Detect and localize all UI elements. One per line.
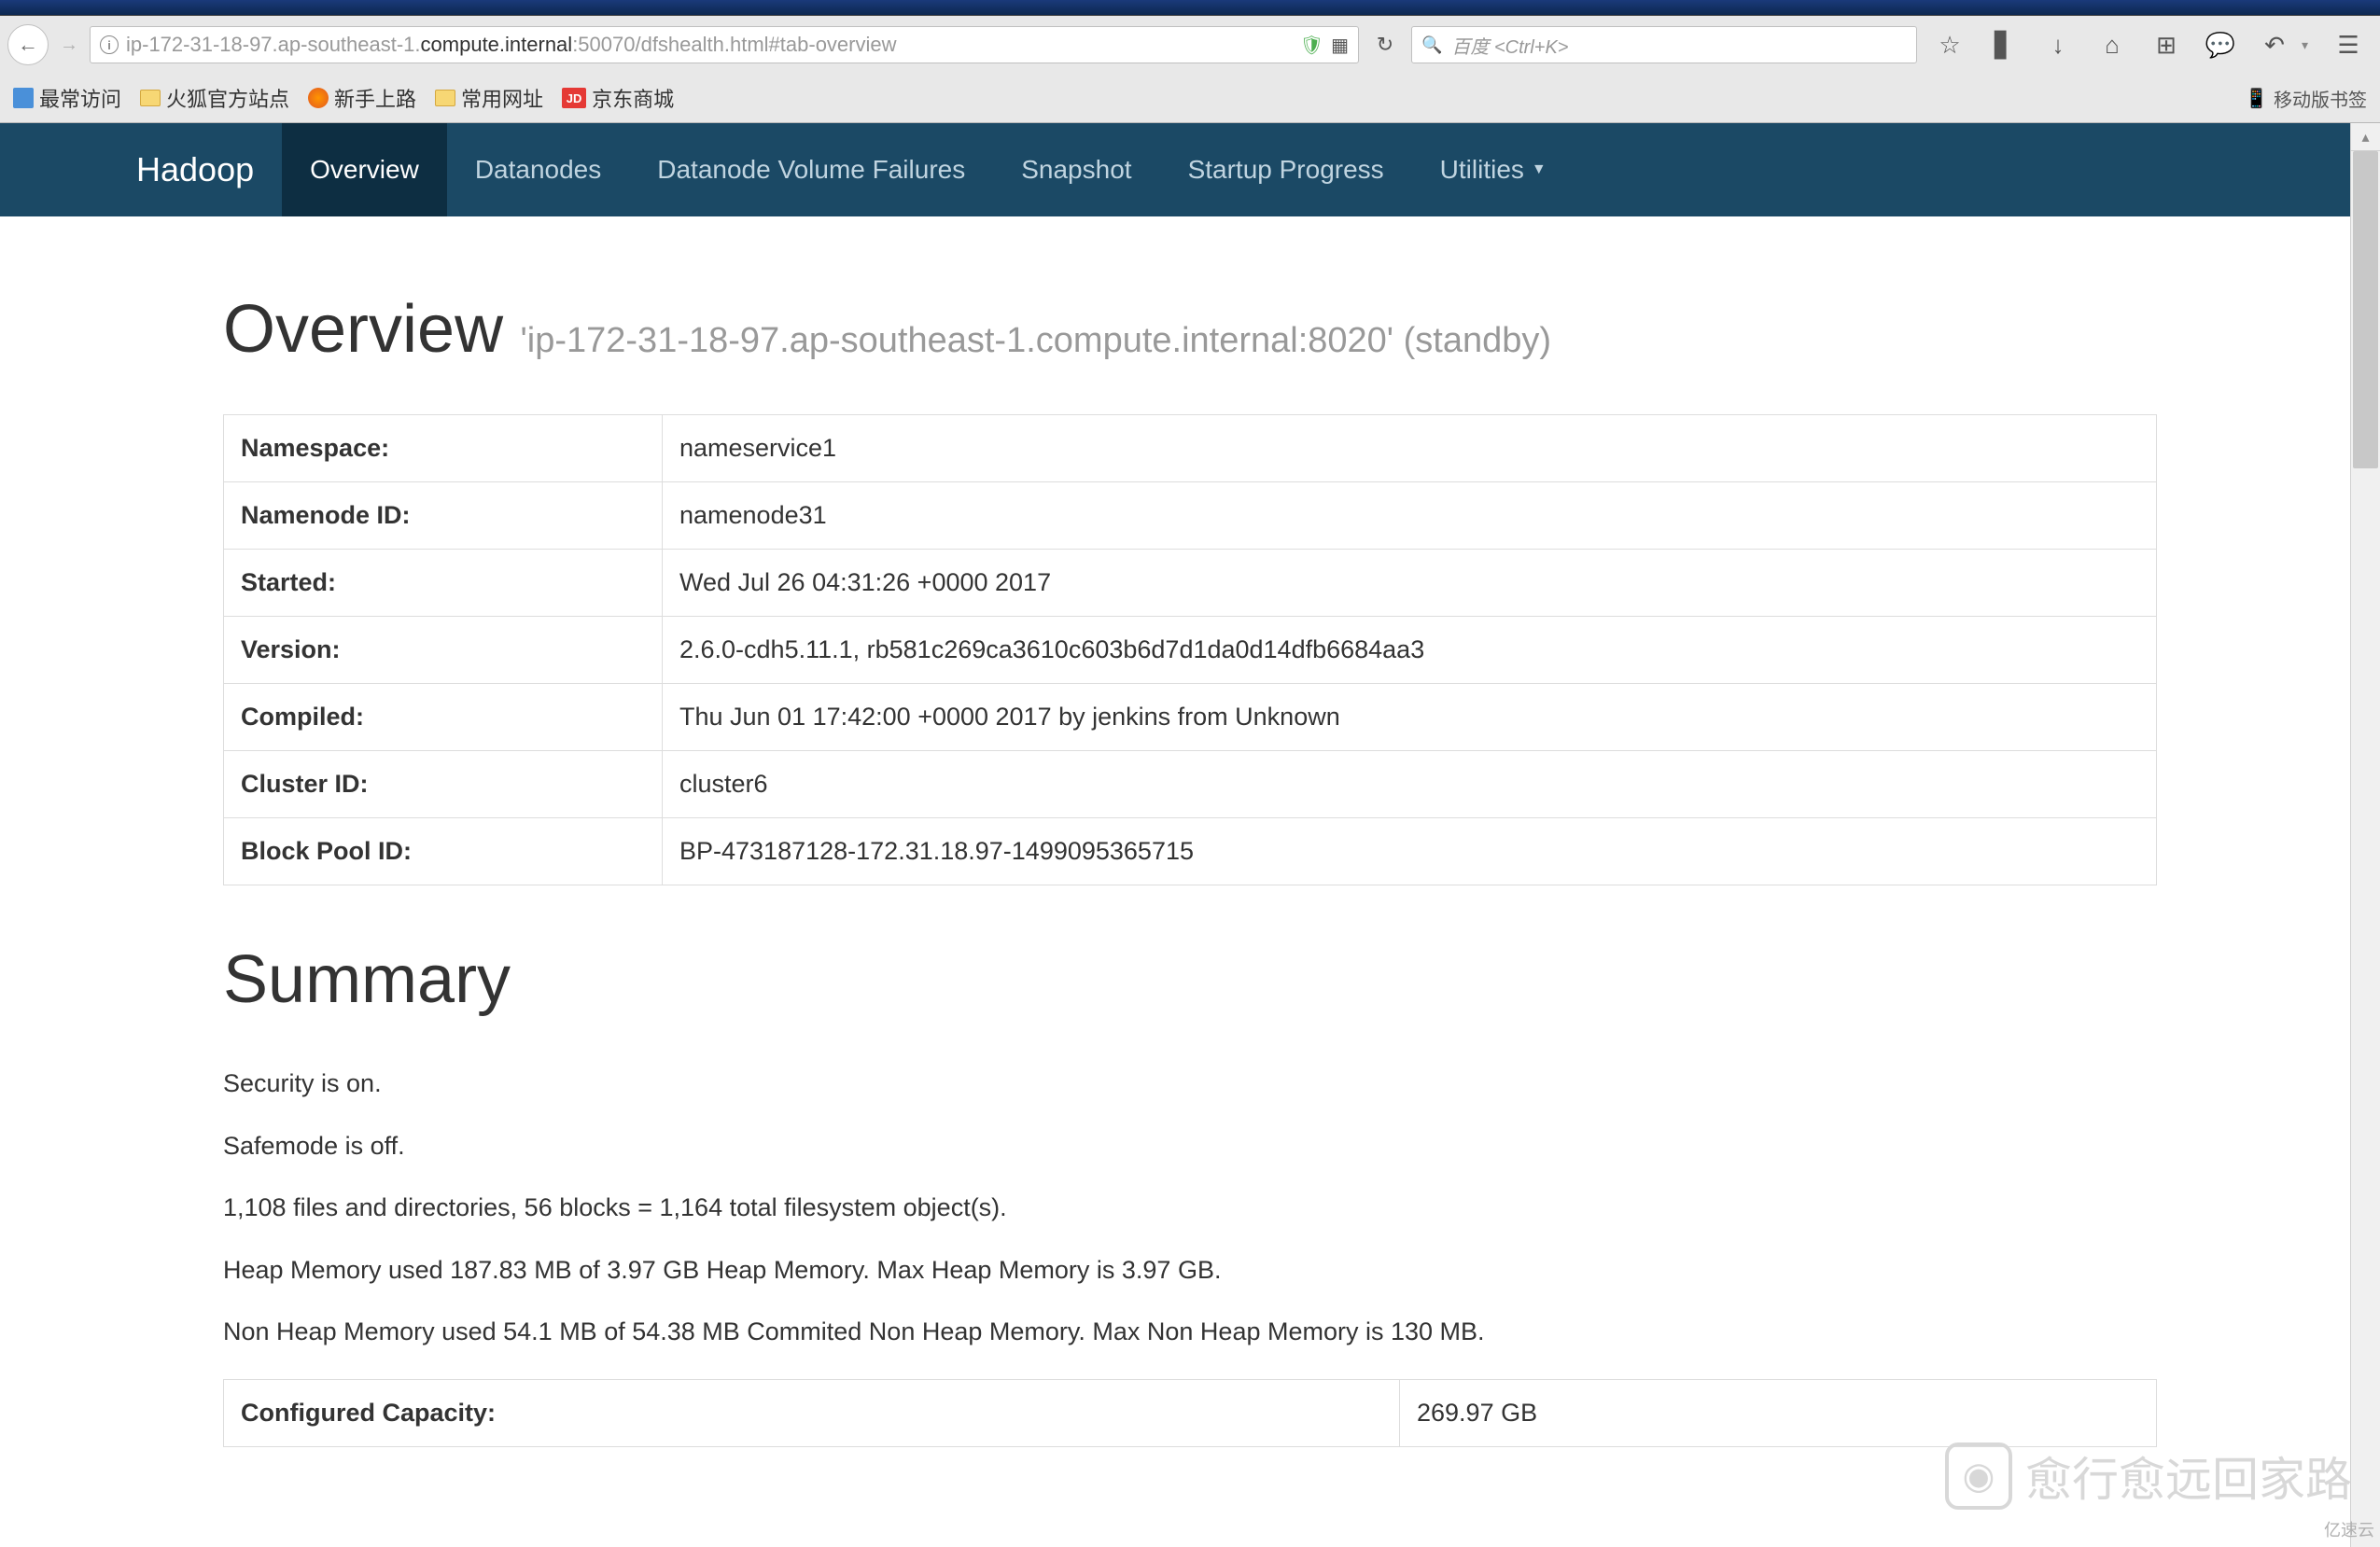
mobile-bookmarks-label: 移动版书签 bbox=[2274, 85, 2367, 112]
url-host: compute.internal bbox=[421, 33, 573, 56]
url-suffix: :50070/dfshealth.html#tab-overview bbox=[572, 33, 896, 56]
bookmark-common-urls[interactable]: 常用网址 bbox=[435, 83, 543, 113]
info-icon[interactable]: i bbox=[100, 35, 119, 54]
nav-snapshot[interactable]: Snapshot bbox=[993, 123, 1159, 216]
overview-row-value: Wed Jul 26 04:31:26 +0000 2017 bbox=[663, 550, 2157, 617]
url-text: ip-172-31-18-97.ap-southeast-1.compute.i… bbox=[126, 33, 1293, 57]
page-title: Overview bbox=[223, 292, 503, 367]
summary-line: Non Heap Memory used 54.1 MB of 54.38 MB… bbox=[223, 1313, 2157, 1351]
overview-row: Compiled:Thu Jun 01 17:42:00 +0000 2017 … bbox=[224, 684, 2157, 751]
overview-row: Block Pool ID:BP-473187128-172.31.18.97-… bbox=[224, 818, 2157, 885]
overview-row-label: Version: bbox=[224, 617, 663, 684]
bookmark-label: 常用网址 bbox=[461, 83, 543, 113]
address-row: ← → i ip-172-31-18-97.ap-southeast-1.com… bbox=[0, 16, 2380, 74]
bookmark-getting-started[interactable]: 新手上路 bbox=[308, 83, 416, 113]
forward-button: → bbox=[54, 24, 84, 65]
chevron-down-icon: ▼ bbox=[1532, 161, 1547, 178]
search-icon: 🔍 bbox=[1421, 35, 1442, 55]
hadoop-brand[interactable]: Hadoop bbox=[108, 123, 282, 216]
summary-table: Configured Capacity:269.97 GB bbox=[223, 1379, 2157, 1447]
reload-button[interactable]: ↻ bbox=[1368, 28, 1402, 62]
scrollbar-thumb[interactable] bbox=[2353, 151, 2378, 468]
overview-row: Namenode ID:namenode31 bbox=[224, 482, 2157, 550]
folder-icon bbox=[140, 90, 161, 106]
address-bar[interactable]: i ip-172-31-18-97.ap-southeast-1.compute… bbox=[90, 26, 1359, 63]
nav-utilities-label: Utilities bbox=[1440, 155, 1524, 185]
bookmark-label: 火狐官方站点 bbox=[166, 83, 289, 113]
title-row: Overview 'ip-172-31-18-97.ap-southeast-1… bbox=[223, 291, 2157, 368]
browser-chrome: ← → i ip-172-31-18-97.ap-southeast-1.com… bbox=[0, 16, 2380, 123]
bookmark-label: 新手上路 bbox=[334, 83, 416, 113]
qr-icon[interactable]: ▦ bbox=[1331, 34, 1349, 57]
undo-icon[interactable]: ↶ bbox=[2247, 22, 2302, 67]
hadoop-navbar: Hadoop Overview Datanodes Datanode Volum… bbox=[0, 123, 2380, 216]
summary-line: Security is on. bbox=[223, 1065, 2157, 1103]
nav-utilities[interactable]: Utilities ▼ bbox=[1412, 123, 1575, 216]
nav-datanodes[interactable]: Datanodes bbox=[447, 123, 629, 216]
search-placeholder: 百度 <Ctrl+K> bbox=[1451, 32, 1568, 59]
overview-row-label: Started: bbox=[224, 550, 663, 617]
overview-row-value: BP-473187128-172.31.18.97-1499095365715 bbox=[663, 818, 2157, 885]
overview-row: Namespace:nameservice1 bbox=[224, 415, 2157, 482]
forward-arrow-icon: → bbox=[60, 35, 78, 56]
summary-line: Heap Memory used 187.83 MB of 3.97 GB He… bbox=[223, 1251, 2157, 1289]
firefox-icon bbox=[308, 88, 329, 108]
search-bar[interactable]: 🔍 百度 <Ctrl+K> bbox=[1411, 26, 1917, 63]
overview-row-value: 2.6.0-cdh5.11.1, rb581c269ca3610c603b6d7… bbox=[663, 617, 2157, 684]
bookmark-firefox-official[interactable]: 火狐官方站点 bbox=[140, 83, 289, 113]
summary-row-value: 269.97 GB bbox=[1400, 1379, 2157, 1446]
sidebar-icon[interactable]: ▋ bbox=[1977, 22, 2031, 67]
overview-row: Version:2.6.0-cdh5.11.1, rb581c269ca3610… bbox=[224, 617, 2157, 684]
menu-icon[interactable]: ☰ bbox=[2324, 31, 2373, 60]
bookmark-star-icon[interactable]: ☆ bbox=[1923, 22, 1977, 67]
mobile-icon: 📱 bbox=[2245, 87, 2268, 110]
summary-line: Safemode is off. bbox=[223, 1127, 2157, 1165]
reload-icon: ↻ bbox=[1377, 33, 1393, 57]
nav-startup-progress[interactable]: Startup Progress bbox=[1160, 123, 1412, 216]
chat-icon[interactable]: 💬 bbox=[2193, 22, 2247, 67]
overview-row-label: Namespace: bbox=[224, 415, 663, 482]
bookmarks-bar: 最常访问 火狐官方站点 新手上路 常用网址 JD 京东商城 📱 移动版书签 bbox=[0, 74, 2380, 122]
shield-icon[interactable]: 🛡 bbox=[1300, 34, 1323, 57]
overview-row: Cluster ID:cluster6 bbox=[224, 751, 2157, 818]
nav-overview[interactable]: Overview bbox=[282, 123, 447, 216]
toolbar-icons: ☆ ▋ ↓ ⌂ ⊞ 💬 ↶ ▾ ☰ bbox=[1923, 22, 2373, 67]
overview-row-label: Cluster ID: bbox=[224, 751, 663, 818]
overview-row-value: Thu Jun 01 17:42:00 +0000 2017 by jenkin… bbox=[663, 684, 2157, 751]
page-content: Overview 'ip-172-31-18-97.ap-southeast-1… bbox=[115, 216, 2265, 1484]
summary-line: 1,108 files and directories, 56 blocks =… bbox=[223, 1189, 2157, 1227]
overview-row-value: nameservice1 bbox=[663, 415, 2157, 482]
summary-title: Summary bbox=[223, 941, 2157, 1018]
page-subtitle: 'ip-172-31-18-97.ap-southeast-1.compute.… bbox=[521, 321, 1552, 360]
bookmark-label: 最常访问 bbox=[39, 83, 121, 113]
jigsaw-icon[interactable]: ⊞ bbox=[2139, 22, 2193, 67]
downloads-icon[interactable]: ↓ bbox=[2031, 22, 2085, 67]
jd-icon: JD bbox=[562, 88, 586, 108]
scrollbar-track[interactable]: ▴ bbox=[2350, 123, 2380, 1547]
home-icon[interactable]: ⌂ bbox=[2085, 22, 2139, 67]
overview-row-value: namenode31 bbox=[663, 482, 2157, 550]
overview-row-value: cluster6 bbox=[663, 751, 2157, 818]
nav-datanode-volume-failures[interactable]: Datanode Volume Failures bbox=[629, 123, 993, 216]
grid-icon bbox=[13, 88, 34, 108]
overview-table: Namespace:nameservice1Namenode ID:nameno… bbox=[223, 414, 2157, 885]
bookmark-jd-mall[interactable]: JD 京东商城 bbox=[562, 83, 674, 113]
summary-row: Configured Capacity:269.97 GB bbox=[224, 1379, 2157, 1446]
overview-row-label: Compiled: bbox=[224, 684, 663, 751]
overview-row: Started:Wed Jul 26 04:31:26 +0000 2017 bbox=[224, 550, 2157, 617]
folder-icon bbox=[435, 90, 455, 106]
summary-row-label: Configured Capacity: bbox=[224, 1379, 1400, 1446]
bookmark-label: 京东商城 bbox=[592, 83, 674, 113]
overview-row-label: Block Pool ID: bbox=[224, 818, 663, 885]
bookmark-most-visited[interactable]: 最常访问 bbox=[13, 83, 121, 113]
back-arrow-icon: ← bbox=[18, 33, 38, 57]
scrollbar-up-button[interactable]: ▴ bbox=[2351, 123, 2380, 151]
browser-top-bar bbox=[0, 0, 2380, 16]
dropdown-arrow-icon[interactable]: ▾ bbox=[2302, 37, 2324, 53]
overview-row-label: Namenode ID: bbox=[224, 482, 663, 550]
back-button[interactable]: ← bbox=[7, 24, 49, 65]
mobile-bookmarks[interactable]: 📱 移动版书签 bbox=[2245, 85, 2367, 112]
url-prefix: ip-172-31-18-97.ap-southeast-1. bbox=[126, 33, 421, 56]
